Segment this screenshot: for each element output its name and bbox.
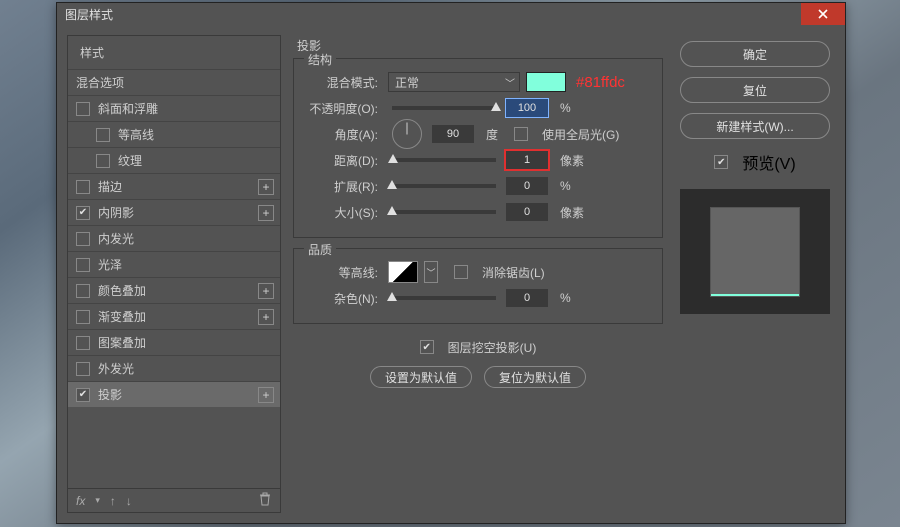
layer-style-dialog: 图层样式 样式 混合选项斜面和浮雕等高线纹理描边+内阴影+内发光光泽颜色叠加+渐… — [56, 2, 846, 524]
spread-input[interactable]: 0 — [506, 177, 548, 195]
style-row-3[interactable]: 纹理 — [68, 147, 280, 173]
distance-input[interactable]: 1 — [506, 151, 548, 169]
global-light-checkbox[interactable] — [514, 127, 528, 141]
style-row-1[interactable]: 斜面和浮雕 — [68, 95, 280, 121]
style-label: 等高线 — [118, 126, 154, 143]
style-label: 图案叠加 — [98, 334, 146, 351]
style-label: 混合选项 — [76, 74, 124, 91]
style-checkbox[interactable] — [76, 258, 90, 272]
blend-mode-select[interactable]: 正常 ﹀ — [388, 72, 520, 92]
preview-swatch — [711, 208, 799, 296]
window-title: 图层样式 — [57, 6, 113, 23]
titlebar: 图层样式 — [57, 3, 845, 25]
add-effect-icon[interactable]: + — [258, 179, 274, 195]
style-row-11[interactable]: 外发光 — [68, 355, 280, 381]
reset-default-button[interactable]: 复位为默认值 — [484, 366, 586, 388]
style-checkbox[interactable] — [76, 388, 90, 402]
noise-input[interactable]: 0 — [506, 289, 548, 307]
color-swatch[interactable] — [526, 72, 566, 92]
knockout-checkbox[interactable] — [420, 340, 434, 354]
preview-box — [680, 189, 830, 314]
styles-header: 样式 — [68, 36, 280, 69]
style-label: 内发光 — [98, 230, 134, 247]
add-effect-icon[interactable]: + — [258, 283, 274, 299]
sidebar-footer: fx ▾ ↑ ↓ — [68, 488, 280, 512]
chevron-down-icon: ﹀ — [505, 75, 515, 90]
make-default-button[interactable]: 设置为默认值 — [370, 366, 472, 388]
style-row-0[interactable]: 混合选项 — [68, 69, 280, 95]
style-row-7[interactable]: 光泽 — [68, 251, 280, 277]
move-up-icon[interactable]: ↑ — [110, 494, 116, 508]
style-label: 斜面和浮雕 — [98, 100, 158, 117]
style-checkbox[interactable] — [76, 362, 90, 376]
style-checkbox[interactable] — [96, 128, 110, 142]
style-label: 投影 — [98, 386, 122, 403]
style-row-5[interactable]: 内阴影 + — [68, 199, 280, 225]
ok-button[interactable]: 确定 — [680, 41, 830, 67]
distance-slider[interactable] — [392, 158, 496, 162]
close-button[interactable] — [801, 3, 845, 25]
style-row-6[interactable]: 内发光 — [68, 225, 280, 251]
section-title: 投影 — [297, 37, 663, 54]
antialias-checkbox[interactable] — [454, 265, 468, 279]
fx-label[interactable]: fx — [76, 494, 85, 508]
cancel-button[interactable]: 复位 — [680, 77, 830, 103]
style-label: 光泽 — [98, 256, 122, 273]
preview-checkbox[interactable] — [714, 155, 728, 169]
style-row-8[interactable]: 颜色叠加 + — [68, 277, 280, 303]
style-label: 外发光 — [98, 360, 134, 377]
style-row-12[interactable]: 投影 + — [68, 381, 280, 407]
noise-slider[interactable] — [392, 296, 496, 300]
spread-slider[interactable] — [392, 184, 496, 188]
structure-group: 结构 混合模式: 正常 ﹀ #81ffdc 不透明度(O): 100 % — [293, 58, 663, 238]
styles-sidebar: 样式 混合选项斜面和浮雕等高线纹理描边 + 内阴影 + 内发光光泽颜色叠加 + 渐变叠加 + 图… — [67, 35, 281, 513]
hex-annotation: #81ffdc — [576, 74, 625, 91]
settings-panel: 投影 结构 混合模式: 正常 ﹀ #81ffdc 不透明度(O): 100 — [293, 35, 663, 513]
style-checkbox[interactable] — [76, 232, 90, 246]
size-slider[interactable] — [392, 210, 496, 214]
add-effect-icon[interactable]: + — [258, 205, 274, 221]
trash-icon[interactable] — [258, 492, 272, 509]
add-effect-icon[interactable]: + — [258, 387, 274, 403]
quality-group: 品质 等高线: ﹀ 消除锯齿(L) 杂色(N): 0 % — [293, 248, 663, 324]
style-label: 内阴影 — [98, 204, 134, 221]
size-input[interactable]: 0 — [506, 203, 548, 221]
contour-picker[interactable] — [388, 261, 418, 283]
style-row-9[interactable]: 渐变叠加 + — [68, 303, 280, 329]
style-checkbox[interactable] — [76, 102, 90, 116]
style-checkbox[interactable] — [76, 284, 90, 298]
style-checkbox[interactable] — [76, 206, 90, 220]
contour-dropdown[interactable]: ﹀ — [424, 261, 438, 283]
style-row-10[interactable]: 图案叠加 — [68, 329, 280, 355]
new-style-button[interactable]: 新建样式(W)... — [680, 113, 830, 139]
add-effect-icon[interactable]: + — [258, 309, 274, 325]
dialog-buttons: 确定 复位 新建样式(W)... 预览(V) — [675, 35, 835, 513]
angle-input[interactable]: 90 — [432, 125, 474, 143]
style-label: 颜色叠加 — [98, 282, 146, 299]
close-icon — [818, 9, 828, 19]
style-checkbox[interactable] — [76, 310, 90, 324]
move-down-icon[interactable]: ↓ — [126, 494, 132, 508]
style-label: 渐变叠加 — [98, 308, 146, 325]
style-row-4[interactable]: 描边 + — [68, 173, 280, 199]
style-label: 纹理 — [118, 152, 142, 169]
style-row-2[interactable]: 等高线 — [68, 121, 280, 147]
style-checkbox[interactable] — [76, 336, 90, 350]
style-checkbox[interactable] — [96, 154, 110, 168]
style-label: 描边 — [98, 178, 122, 195]
style-checkbox[interactable] — [76, 180, 90, 194]
opacity-slider[interactable] — [392, 106, 496, 110]
angle-dial[interactable] — [392, 119, 422, 149]
opacity-input[interactable]: 100 — [506, 99, 548, 117]
